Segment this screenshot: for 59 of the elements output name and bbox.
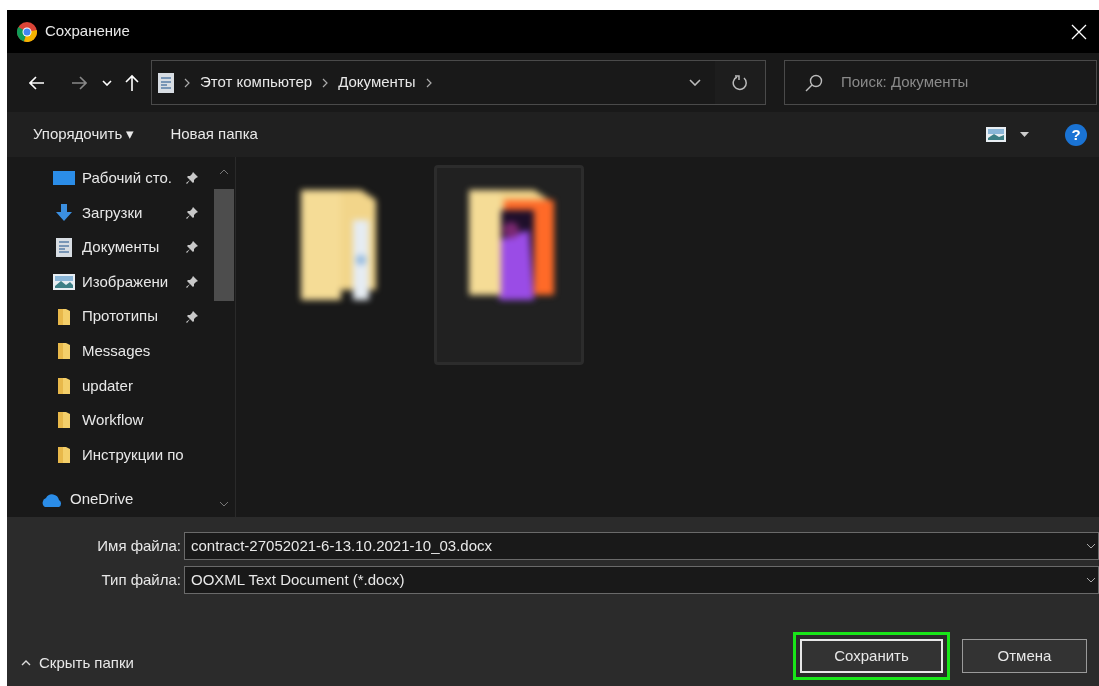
folder-icon <box>57 307 71 326</box>
search-icon <box>805 73 823 92</box>
image-icon <box>986 127 1006 142</box>
folder-tile[interactable] <box>434 165 584 365</box>
sidebar-item[interactable]: Изображени <box>7 264 213 300</box>
refresh-icon <box>732 74 748 91</box>
document-icon <box>158 72 174 93</box>
chevron-down-icon <box>102 79 112 86</box>
sidebar-item[interactable]: Документы <box>7 230 213 265</box>
back-arrow-icon <box>29 75 45 90</box>
cloud-icon <box>40 492 64 507</box>
sidebar-item[interactable]: Workflow <box>7 403 213 438</box>
chevron-down-icon <box>689 79 701 86</box>
sidebar-item[interactable]: Рабочий сто. <box>7 161 213 196</box>
save-button[interactable]: Сохранить <box>800 639 943 673</box>
sidebar-item[interactable]: Инструкции по <box>7 437 213 473</box>
sidebar-item[interactable]: updater <box>7 368 213 404</box>
field-label: Имя файла: <box>96 535 182 556</box>
cancel-button[interactable]: Отмена <box>962 639 1087 673</box>
help-button[interactable]: ? <box>1065 123 1087 146</box>
filename-field[interactable]: contract-27052021-6-13.10.2021-10_03.docx <box>184 532 1099 560</box>
breadcrumb-item[interactable]: Этот компьютер <box>200 71 313 94</box>
scroll-down-icon <box>219 501 229 507</box>
organize-button[interactable]: Упорядочить ▾ <box>27 123 141 146</box>
chevron-right-icon <box>425 77 432 88</box>
sidebar-item[interactable]: Messages <box>7 333 213 369</box>
new-folder-button[interactable]: Новая папка <box>164 123 264 146</box>
sidebar-item[interactable]: Загрузки <box>7 195 213 231</box>
document-icon <box>56 238 72 257</box>
view-button[interactable] <box>986 127 1029 142</box>
search-input[interactable]: Поиск: Документы <box>841 71 1041 94</box>
sidebar-item[interactable]: OneDrive <box>7 482 213 517</box>
download-icon <box>55 203 73 222</box>
close-icon <box>1071 23 1087 40</box>
hide-folders-button[interactable]: Скрыть папки <box>21 651 134 675</box>
up-arrow-icon <box>125 73 139 92</box>
folder-icon <box>57 446 71 465</box>
chevron-down-icon <box>1086 577 1096 583</box>
caret-icon <box>1020 132 1029 137</box>
chevron-down-icon <box>1086 543 1096 549</box>
folder-icon <box>57 376 71 395</box>
chevron-up-icon <box>21 660 31 666</box>
forward-arrow-icon <box>71 75 87 90</box>
folder-icon <box>57 342 71 361</box>
scroll-up-icon <box>219 169 229 175</box>
chevron-right-icon <box>322 77 329 88</box>
browser-logo-icon <box>17 21 37 42</box>
window-title: Сохранение <box>45 21 130 42</box>
refresh-button[interactable] <box>715 61 765 104</box>
desktop-icon <box>53 170 75 187</box>
address-bar[interactable]: Этот компьютер Документы <box>151 60 766 105</box>
folder-icon <box>57 411 71 430</box>
field-label: Тип файла: <box>100 569 182 590</box>
breadcrumb-item[interactable]: Документы <box>338 71 416 94</box>
chevron-right-icon <box>184 77 190 88</box>
file-type-dropdown[interactable]: OOXML Text Document (*.docx) <box>184 566 1099 594</box>
image-icon <box>53 274 75 291</box>
search-field[interactable]: Поиск: Документы <box>784 60 1097 105</box>
sidebar-item[interactable]: Прототипы <box>7 299 213 334</box>
